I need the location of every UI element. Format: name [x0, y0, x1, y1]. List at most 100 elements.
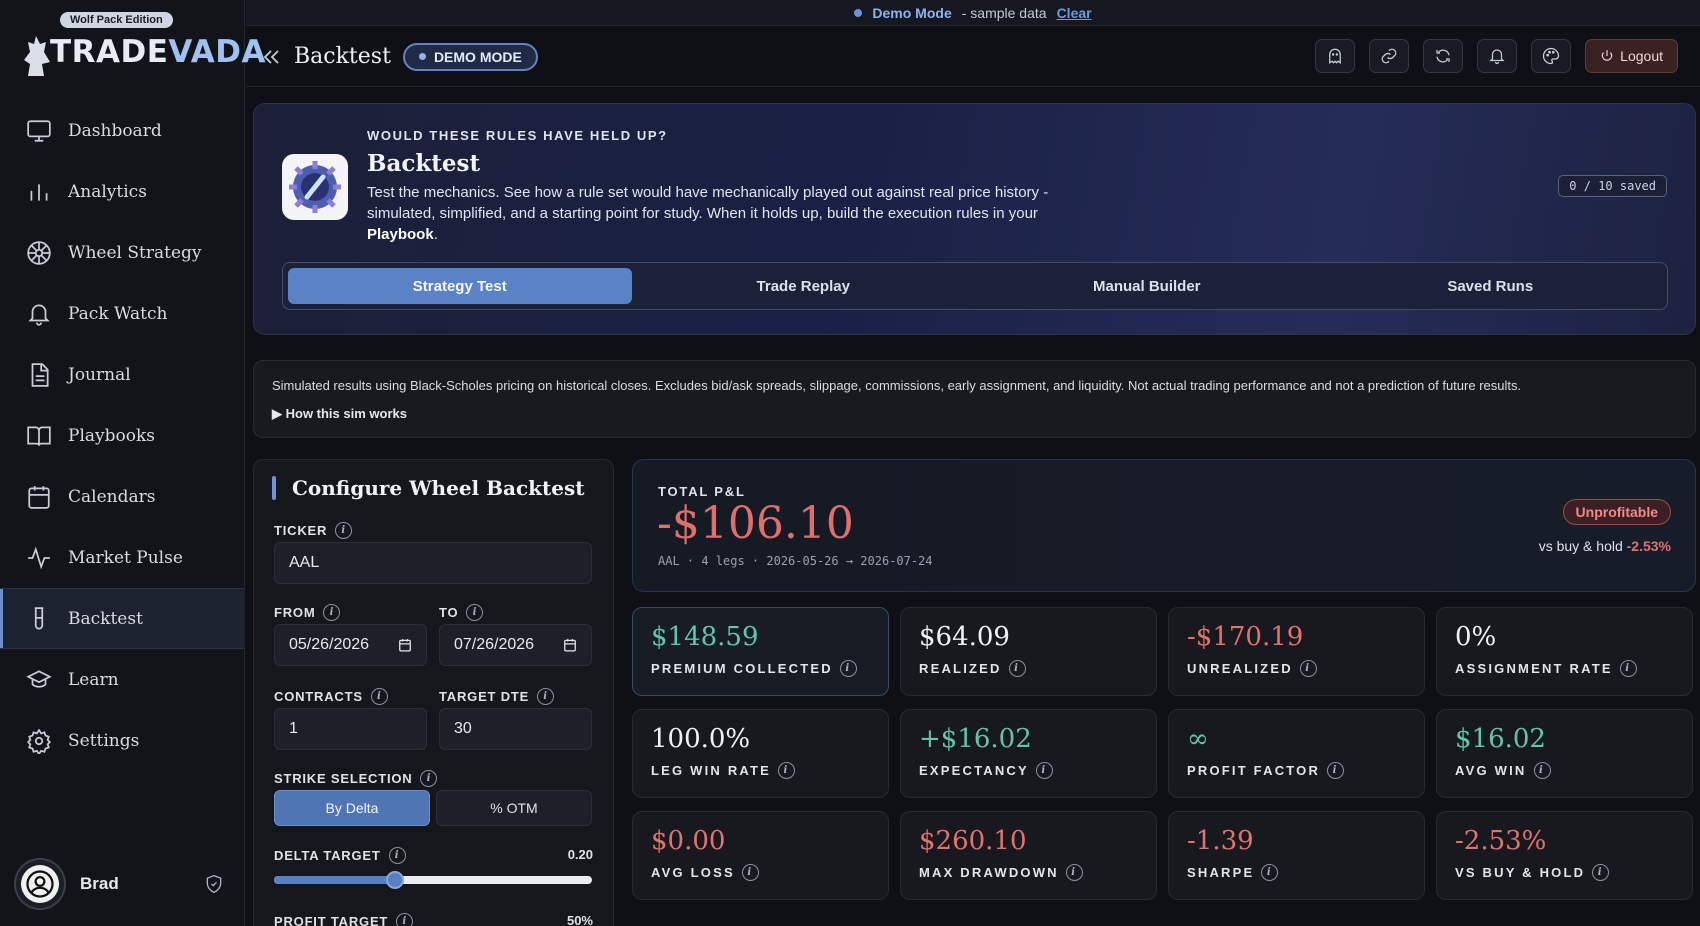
palette-icon — [1543, 47, 1560, 65]
info-icon[interactable]: i — [1035, 762, 1053, 779]
graduation-cap-icon — [26, 669, 52, 688]
info-icon[interactable]: i — [370, 688, 388, 705]
delta-target-value: 0.20 — [567, 847, 593, 862]
stat-value: $64.09 — [919, 622, 1010, 652]
ghost-button[interactable] — [1315, 39, 1356, 73]
calendar-icon[interactable] — [398, 638, 412, 652]
bell-icon — [1489, 49, 1505, 65]
info-icon[interactable]: i — [1008, 660, 1026, 677]
info-icon[interactable]: i — [323, 604, 341, 621]
slider-fill — [274, 876, 395, 884]
refresh-button[interactable] — [1423, 39, 1464, 73]
info-icon[interactable]: i — [839, 660, 857, 677]
disclaimer-text: Simulated results using Black-Scholes pr… — [272, 378, 1522, 393]
sidebar-item-learn[interactable]: Learn — [0, 649, 245, 710]
sidebar-item-label: Wheel Strategy — [68, 242, 202, 263]
sidebar-item-analytics[interactable]: Analytics — [0, 161, 245, 222]
run-summary: AAL · 4 legs · 2026-05-26 → 2026-07-24 — [658, 554, 933, 568]
stat-value: -1.39 — [1187, 826, 1254, 856]
ticker-input[interactable]: AAL — [274, 542, 592, 584]
stat-label: SHARPE i — [1187, 864, 1279, 881]
sidebar-item-label: Analytics — [68, 181, 147, 202]
tab-strategy-test[interactable]: Strategy Test — [288, 268, 632, 304]
slider-handle[interactable] — [385, 871, 404, 889]
stat-value: $260.10 — [919, 826, 1027, 856]
info-icon[interactable]: i — [396, 913, 414, 926]
vs-buy-hold-summary: vs buy & hold -2.53% — [1538, 538, 1671, 554]
percent-otm-option[interactable]: % OTM — [436, 790, 592, 826]
status-dot — [418, 53, 426, 60]
page-header: Backtest DEMO MODE Logout — [246, 27, 1700, 87]
info-icon[interactable]: i — [1533, 762, 1551, 779]
playbook-link[interactable]: Playbook — [367, 226, 434, 243]
sidebar-item-journal[interactable]: Journal — [0, 344, 245, 405]
stat-value: +$16.02 — [919, 724, 1032, 754]
bar-chart-icon — [30, 183, 48, 201]
sidebar-nav: Dashboard Analytics Wheel Strategy Pack … — [0, 100, 245, 771]
tab-saved-runs[interactable]: Saved Runs — [1319, 268, 1663, 304]
info-icon[interactable]: i — [1592, 864, 1610, 881]
stat-label: PREMIUM COLLECTED i — [651, 660, 857, 677]
info-icon[interactable]: i — [1299, 660, 1317, 677]
hero-title: Backtest — [367, 150, 481, 177]
demo-mode-label: Demo Mode — [872, 4, 952, 21]
info-icon[interactable]: i — [1327, 762, 1345, 779]
gear-icon — [26, 728, 52, 754]
info-icon[interactable]: i — [466, 604, 484, 621]
tab-manual-builder[interactable]: Manual Builder — [975, 268, 1319, 304]
notifications-button[interactable] — [1477, 39, 1518, 73]
link-button[interactable] — [1369, 39, 1410, 73]
info-icon[interactable]: i — [1619, 660, 1637, 677]
avatar[interactable] — [14, 858, 66, 910]
by-delta-option[interactable]: By Delta — [274, 790, 430, 826]
logout-button[interactable]: Logout — [1585, 39, 1678, 73]
stat-value: 0% — [1455, 622, 1497, 652]
backtest-hero: WOULD THESE RULES HAVE HELD UP? Backtest… — [253, 103, 1696, 335]
info-icon[interactable]: i — [388, 847, 406, 864]
sidebar-item-pack-watch[interactable]: Pack Watch — [0, 283, 245, 344]
stat-label: ASSIGNMENT RATE i — [1455, 660, 1637, 677]
info-icon[interactable]: i — [741, 864, 759, 881]
user-icon — [26, 870, 54, 898]
total-pnl-card: TOTAL P&L -$106.10 AAL · 4 legs · 2026-0… — [632, 459, 1696, 592]
info-icon[interactable]: i — [335, 522, 353, 539]
document-icon — [31, 362, 49, 387]
stat-card-vs-buy-hold: -2.53% VS BUY & HOLD i — [1436, 811, 1693, 900]
target-dte-input[interactable]: 30 — [439, 708, 592, 750]
info-icon[interactable]: i — [537, 688, 555, 705]
stat-card-premium-collected: $148.59 PREMIUM COLLECTED i — [632, 607, 889, 696]
edition-badge: Wolf Pack Edition — [60, 12, 173, 28]
sample-data-note: - sample data — [961, 4, 1047, 21]
tab-trade-replay[interactable]: Trade Replay — [632, 268, 976, 304]
sidebar-item-backtest[interactable]: Backtest — [0, 588, 245, 649]
pulse-icon — [28, 546, 50, 569]
brand-logo[interactable]: Wolf Pack Edition TRADEVADA — [22, 12, 266, 76]
sidebar-item-market-pulse[interactable]: Market Pulse — [0, 527, 245, 588]
stat-value: $16.02 — [1455, 724, 1546, 754]
delta-target-slider[interactable] — [274, 871, 592, 889]
theme-button[interactable] — [1531, 39, 1572, 73]
sidebar-item-calendars[interactable]: Calendars — [0, 466, 245, 527]
sidebar-item-playbooks[interactable]: Playbooks — [0, 405, 245, 466]
collapse-sidebar-icon[interactable] — [260, 45, 284, 69]
calendar-icon[interactable] — [563, 638, 577, 652]
from-date-input[interactable]: 05/26/2026 — [274, 624, 427, 666]
from-label: FROM i — [274, 604, 341, 621]
clear-demo-link[interactable]: Clear — [1057, 5, 1092, 21]
how-sim-works-toggle[interactable]: ▶ How this sim works — [272, 406, 407, 422]
to-label: TO i — [439, 604, 484, 621]
shield-icon[interactable] — [204, 874, 224, 894]
info-icon[interactable]: i — [1261, 864, 1279, 881]
to-date-input[interactable]: 07/26/2026 — [439, 624, 592, 666]
configure-panel: Configure Wheel Backtest TICKER i AAL FRO… — [253, 459, 614, 926]
sidebar-item-wheel-strategy[interactable]: Wheel Strategy — [0, 222, 245, 283]
sidebar-item-settings[interactable]: Settings — [0, 710, 245, 771]
info-icon[interactable]: i — [420, 770, 438, 787]
stat-card-unrealized: -$170.19 UNREALIZED i — [1168, 607, 1425, 696]
info-icon[interactable]: i — [1065, 864, 1083, 881]
sidebar-item-dashboard[interactable]: Dashboard — [0, 100, 245, 161]
user-profile[interactable]: Brad — [14, 858, 234, 910]
contracts-input[interactable]: 1 — [274, 708, 427, 750]
info-icon[interactable]: i — [778, 762, 796, 779]
stat-card-leg-win-rate: 100.0% LEG WIN RATE i — [632, 709, 889, 798]
